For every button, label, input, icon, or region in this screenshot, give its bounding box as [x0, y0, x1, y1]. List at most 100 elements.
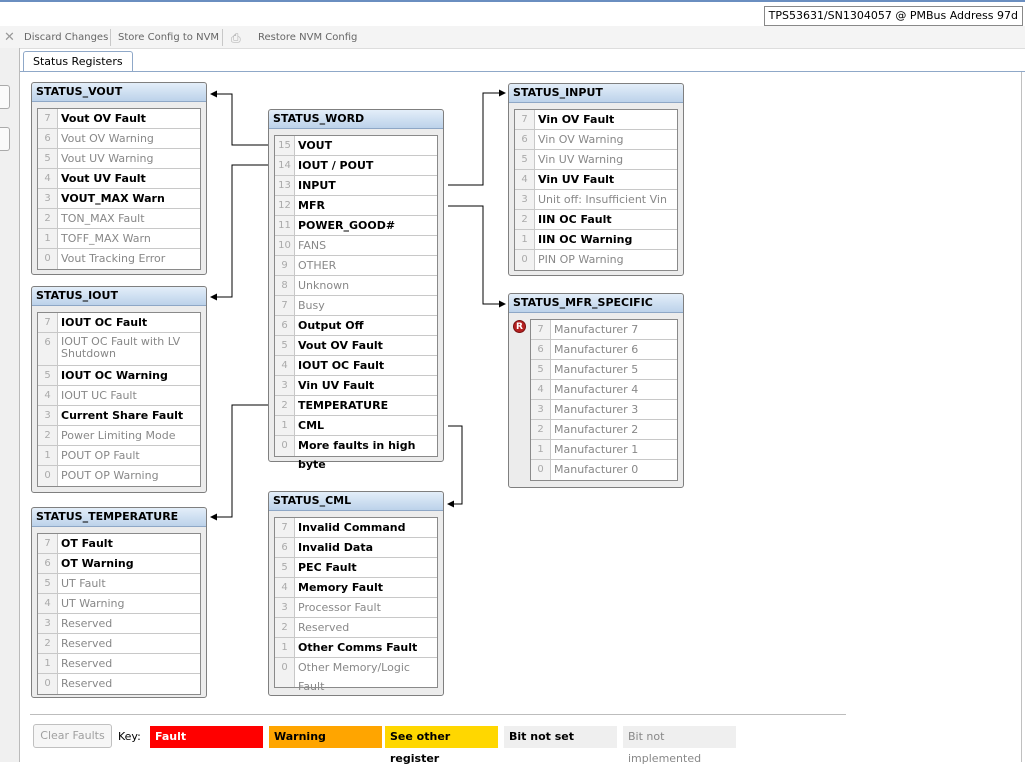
wire-vout: [210, 90, 276, 146]
bit-label: Vin UV Warning: [538, 153, 624, 166]
bit-row: 6 IOUT OC Fault with LV Shutdown: [38, 333, 200, 366]
bit-label: Vout Tracking Error: [61, 252, 166, 265]
wire-temperature: [210, 404, 276, 521]
bit-number: 6: [38, 129, 58, 148]
bit-label: Output Off: [298, 319, 364, 332]
bit-label: IOUT OC Fault: [298, 359, 385, 372]
bit-label: Vin UV Fault: [298, 379, 375, 392]
bit-row: 3 Vin UV Fault: [275, 376, 437, 396]
bit-label: IOUT OC Warning: [61, 369, 168, 382]
bit-number: 4: [38, 594, 58, 613]
bit-number: 7: [38, 109, 58, 128]
bit-row: 1 TOFF_MAX Warn: [38, 229, 200, 249]
bit-label: Vout UV Fault: [61, 172, 146, 185]
bit-number: 4: [275, 356, 295, 375]
bit-number: 2: [38, 634, 58, 653]
bit-label: Vout OV Warning: [61, 132, 154, 145]
bit-label: Invalid Data: [298, 541, 373, 554]
panel-title: STATUS_CML: [269, 492, 443, 511]
bit-row: 3 Current Share Fault: [38, 406, 200, 426]
bit-label: Manufacturer 3: [554, 403, 639, 416]
bit-number: 4: [515, 170, 535, 189]
bit-row: 5 Vout UV Warning: [38, 149, 200, 169]
bit-number: 13: [275, 176, 295, 195]
bit-label: MFR: [298, 199, 325, 212]
bit-number: 1: [38, 446, 58, 465]
bit-number: 7: [275, 296, 295, 315]
bit-label: Other Comms Fault: [298, 641, 418, 654]
bit-label: Reserved: [61, 657, 113, 670]
bit-number: 5: [531, 360, 551, 379]
bit-number: 14: [275, 156, 295, 175]
clear-faults-button[interactable]: Clear Faults: [33, 724, 112, 748]
bit-number: 3: [275, 376, 295, 395]
bit-row: 4 Manufacturer 4: [531, 380, 677, 400]
status-word-panel: STATUS_WORD 15 VOUT 14 IOUT / POUT 13 INPUT…: [268, 109, 444, 471]
panel-title: STATUS_TEMPERATURE: [32, 508, 206, 527]
panel-title: STATUS_INPUT: [509, 84, 683, 103]
bit-label: Reserved: [61, 637, 113, 650]
bit-number: 10: [275, 236, 295, 255]
key-bit-not-implemented: Bit not implemented: [623, 726, 736, 765]
bit-list: 7 Vout OV Fault 6 Vout OV Warning 5 Vout UV…: [37, 108, 201, 270]
bit-label: Manufacturer 2: [554, 423, 639, 436]
bit-label: PIN OP Warning: [538, 253, 624, 266]
bit-number: 4: [531, 380, 551, 399]
bit-row: 1 Other Comms Fault: [275, 638, 437, 658]
bit-row: 13 INPUT: [275, 176, 437, 196]
bit-label: Unknown: [298, 279, 350, 292]
key-fault: Fault: [150, 726, 263, 748]
bit-row: 7 Vin OV Fault: [515, 110, 677, 130]
bit-number: 3: [38, 406, 58, 425]
bit-number: 6: [531, 340, 551, 359]
bit-label: IOUT OC Fault: [61, 316, 148, 329]
bit-number: 1: [515, 230, 535, 249]
bit-number: 0: [275, 658, 295, 687]
bit-label: TOFF_MAX Warn: [61, 232, 151, 245]
bit-label: Vout OV Fault: [298, 339, 383, 352]
bit-row: 12 MFR: [275, 196, 437, 216]
bit-number: 0: [275, 436, 295, 456]
key-warning: Warning: [269, 726, 382, 748]
bit-list: 7 Manufacturer 7 6 Manufacturer 6 5 Manufac…: [530, 319, 678, 481]
bit-row: 2 Power Limiting Mode: [38, 426, 200, 446]
panel-title: STATUS_WORD: [269, 110, 443, 129]
bit-number: 4: [38, 386, 58, 405]
bit-row: 11 POWER_GOOD#: [275, 216, 437, 236]
bit-label: UT Fault: [61, 577, 106, 590]
bit-list: 7 OT Fault 6 OT Warning 5 UT Fault 4 UT Warn…: [37, 533, 201, 695]
bit-row: 2 Reserved: [275, 618, 437, 638]
bit-number: 1: [531, 440, 551, 459]
bit-row: 15 VOUT: [275, 136, 437, 156]
bit-label: Reserved: [61, 617, 113, 630]
bit-number: 3: [275, 598, 295, 617]
key-bit-not-set: Bit not set: [504, 726, 617, 748]
key-label: Key:: [118, 730, 141, 743]
bit-number: 0: [515, 250, 535, 270]
bit-row: 5 Vout OV Fault: [275, 336, 437, 356]
bit-row: 4 IOUT UC Fault: [38, 386, 200, 406]
bit-list: 15 VOUT 14 IOUT / POUT 13 INPUT 12 MFR 11 POW…: [274, 135, 438, 471]
status-temperature-panel: STATUS_TEMPERATURE 7 OT Fault 6 OT Warning…: [31, 507, 207, 698]
bit-label: IIN OC Fault: [538, 213, 612, 226]
bit-number: 7: [38, 313, 58, 332]
bit-row: 7 Busy: [275, 296, 437, 316]
bit-label: Reserved: [298, 621, 350, 634]
bit-number: 7: [275, 518, 295, 537]
bit-row: 6 OT Warning: [38, 554, 200, 574]
bit-row: 7 Manufacturer 7: [531, 320, 677, 340]
bit-row: 1 Manufacturer 1: [531, 440, 677, 460]
wire-iout: [210, 164, 276, 301]
bit-number: 5: [38, 366, 58, 385]
reserved-marker-icon: R: [513, 320, 526, 333]
panel-title: STATUS_MFR_SPECIFIC: [509, 294, 683, 313]
bit-number: 12: [275, 196, 295, 215]
bit-label: POUT OP Warning: [61, 469, 159, 482]
bit-number: 2: [275, 618, 295, 637]
bit-number: 2: [515, 210, 535, 229]
bit-number: 3: [531, 400, 551, 419]
bit-number: 6: [275, 316, 295, 335]
bit-row: 1 CML: [275, 416, 437, 436]
bit-row: 0 Other Memory/Logic Fault: [275, 658, 437, 693]
bit-row: 4 IOUT OC Fault: [275, 356, 437, 376]
